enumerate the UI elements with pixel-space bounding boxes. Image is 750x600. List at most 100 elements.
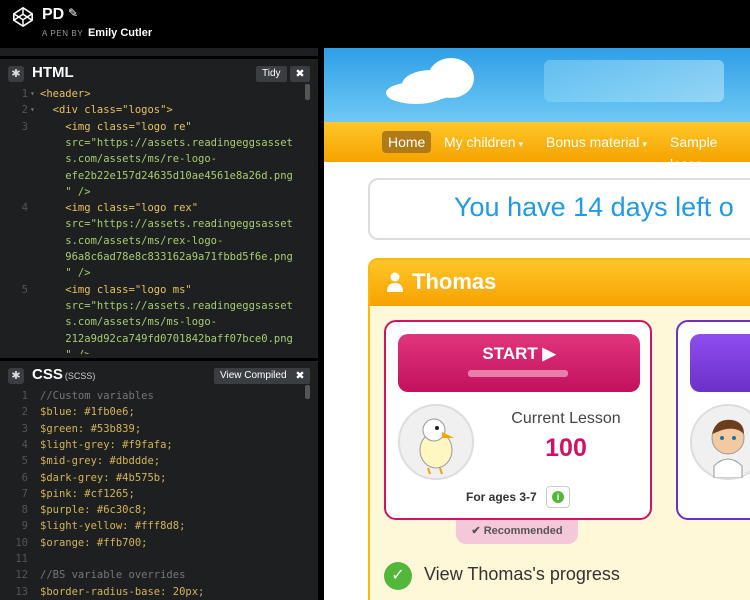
line-number: 5 [21,455,28,468]
trial-banner: You have 14 days left o [368,178,750,240]
css-panel-header: ✱ CSS (SCSS) View Compiled ✖ [0,358,318,388]
line-number: 6 [21,471,28,484]
code-line: $dark-grey: #4b575b; [40,471,167,484]
css-code-editor[interactable]: 1 //Custom variables 2 $blue: #1fb0e6; 3 $gre… [0,388,318,600]
code-line: s.com/assets/ms/re-logo- [40,153,218,166]
ages-label: For ages 3-7 [466,490,537,504]
html-code-editor[interactable]: 1 ▾ <header> 2 ▾ <div class="logos"> 3 <img c… [0,86,318,354]
boy-avatar [690,404,750,480]
tidy-button[interactable]: Tidy [256,66,287,82]
code-line: $light-grey: #f9fafa; [40,438,173,451]
code-line: $purple: #6c30c8; [40,504,148,517]
chevron-down-icon: ▾ [642,139,647,149]
second-start-button[interactable] [690,334,750,392]
nav-sample-label: Sample lesso [670,134,718,172]
code-line: src="https://assets.readingeggsasset [40,136,293,149]
nav-my-children[interactable]: My children ▾ [438,131,529,153]
mascot-avatar [398,404,474,480]
code-line: 212a9d92ca749fd0701842baff07bce0.png [40,332,293,345]
boy-avatar-icon [711,419,745,479]
line-number: 8 [21,504,28,517]
main-nav: Home My children ▾ Bonus material ▾ Sample… [324,122,750,172]
codepen-logo-icon[interactable] [12,6,34,28]
line-number: 2 [21,104,28,117]
css-title-text: CSS [32,366,63,383]
code-line: $pink: #cf1265; [40,487,135,500]
code-line: $orange: #ffb700; [40,536,148,549]
start-button[interactable]: START ▶ [398,334,640,392]
html-panel-close-icon[interactable]: ✖ [290,66,310,82]
progress-link[interactable]: View Thomas's progress [424,564,620,585]
cloud-icon [386,82,446,104]
code-line: <img class="logo re" [40,120,192,133]
current-lesson-label: Current Lesson [511,410,621,427]
chevron-down-icon: ▾ [518,139,524,149]
code-line: $border-radius-base: 20px; [40,585,205,598]
blurred-subtitle [468,370,568,377]
start-text: START [482,344,538,363]
line-number: 11 [15,553,28,565]
user-icon [387,272,403,292]
code-line: " /> [40,185,91,198]
nav-home[interactable]: Home [382,131,432,153]
css-panel-close-icon[interactable]: ✖ [290,368,310,384]
css-settings-gear-icon[interactable]: ✱ [8,368,24,384]
current-lesson-number: 100 [545,434,587,462]
css-scrollbar[interactable] [305,385,310,399]
pen-title: PD [42,6,65,23]
recommended-label: Recommended [483,525,563,537]
pen-header: PD ✎ A PEN BY Emily Cutler [0,0,750,48]
code-line: //BS variable overrides [40,569,186,582]
line-number: 13 [15,585,28,598]
code-line: " /> [40,267,91,280]
view-progress-row[interactable]: ✓ View Thomas's progress [384,560,750,600]
nav-sample-lessons[interactable]: Sample lesso [664,131,750,172]
line-number: 1 [21,390,28,402]
line-number: 4 [21,438,28,451]
nav-my-children-label: My children [444,134,516,150]
code-line: $green: #53b839; [40,422,142,435]
chick-mascot-icon [419,418,454,475]
view-compiled-button[interactable]: View Compiled [214,368,293,384]
code-line: s.com/assets/ms/rex-logo- [40,234,224,247]
author-link[interactable]: Emily Cutler [88,27,152,39]
code-line: efe2b22e157d24635d10ae4561e8a26d.png [40,169,293,182]
edit-pencil-icon[interactable]: ✎ [68,6,78,20]
line-number: 1 [21,88,28,100]
html-settings-gear-icon[interactable]: ✱ [8,66,24,82]
line-number: 2 [21,406,28,419]
recommended-badge: ✔ Recommended [456,520,578,544]
code-line: 96a8c6ad78e8c833162a9a71fbbd5f6e.png [40,251,293,263]
line-number: 10 [15,536,28,549]
nav-bonus-material[interactable]: Bonus material ▾ [540,131,653,153]
start-label: START ▶ [398,344,640,364]
nav-home-label: Home [388,134,426,150]
html-panel-title: HTML [32,64,74,81]
code-line: s.com/assets/ms/ms-logo- [40,316,218,329]
css-panel-title: CSS (SCSS) [32,366,95,383]
line-number: 5 [21,283,28,296]
html-scrollbar[interactable] [305,84,310,100]
fold-toggle-icon[interactable]: ▾ [30,105,35,114]
code-line: $blue: #1fb0e6; [40,406,135,419]
code-line: <img class="logo rex" [40,202,199,215]
code-line: <header> [40,88,91,100]
info-button[interactable]: i [546,486,570,508]
pen-byline: A PEN BY Emily Cutler [42,27,152,39]
check-icon: ✓ [384,562,412,590]
result-preview: Home My children ▾ Bonus material ▾ Sample… [324,48,750,600]
info-icon: i [552,491,564,503]
line-number: 3 [21,120,28,133]
code-line: src="https://assets.readingeggsasset [40,299,293,312]
html-panel-header: ✱ HTML Tidy ✖ [0,56,318,86]
code-line: <div class="logos"> [40,104,173,117]
code-line: " /> [40,349,90,354]
second-lesson-box [676,320,750,520]
play-arrow-icon: ▶ [542,344,556,363]
line-number: 7 [21,487,28,500]
line-number: 3 [21,422,28,435]
fold-toggle-icon[interactable]: ▾ [30,89,35,98]
blurred-logos [544,60,724,102]
code-line: $light-yellow: #fff8d8; [40,520,186,533]
code-line: <img class="logo ms" [40,283,192,296]
